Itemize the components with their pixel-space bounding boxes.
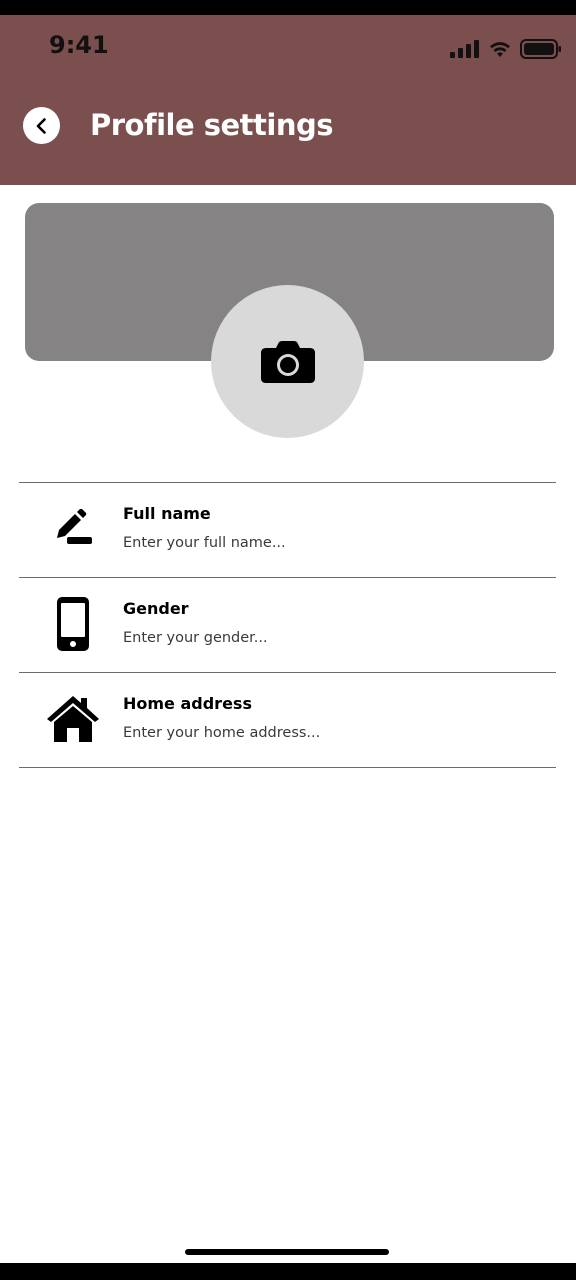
- wifi-icon: [490, 42, 510, 57]
- app-header: 9:41 Profile settings: [0, 15, 576, 185]
- divider: [19, 767, 556, 768]
- gender-label: Gender: [123, 599, 189, 618]
- full-name-label: Full name: [123, 504, 211, 523]
- page-title: Profile settings: [90, 108, 334, 142]
- full-name-input[interactable]: [123, 535, 523, 551]
- gender-row[interactable]: Gender: [19, 578, 556, 672]
- screen: 9:41 Profile settings Full name Enter yo…: [0, 15, 576, 1263]
- home-address-input[interactable]: [123, 725, 523, 741]
- battery-icon: [520, 39, 561, 59]
- home-address-row[interactable]: Home address: [19, 673, 556, 767]
- status-time: 9:41: [49, 31, 109, 59]
- profile-field-list: Full name Gender Home: [19, 482, 556, 768]
- status-icons: [450, 39, 562, 59]
- phone-icon: [45, 596, 101, 652]
- back-button[interactable]: [23, 107, 60, 144]
- full-name-row[interactable]: Full name: [19, 483, 556, 577]
- chevron-left-icon: [36, 117, 46, 134]
- home-address-label: Home address: [123, 694, 252, 713]
- gender-input[interactable]: [123, 630, 523, 646]
- signal-icon: [450, 40, 479, 58]
- home-icon: [45, 691, 101, 747]
- camera-icon: [260, 340, 315, 383]
- home-indicator[interactable]: [185, 1249, 389, 1255]
- pencil-icon: [45, 501, 101, 557]
- avatar-upload-button[interactable]: [211, 285, 364, 438]
